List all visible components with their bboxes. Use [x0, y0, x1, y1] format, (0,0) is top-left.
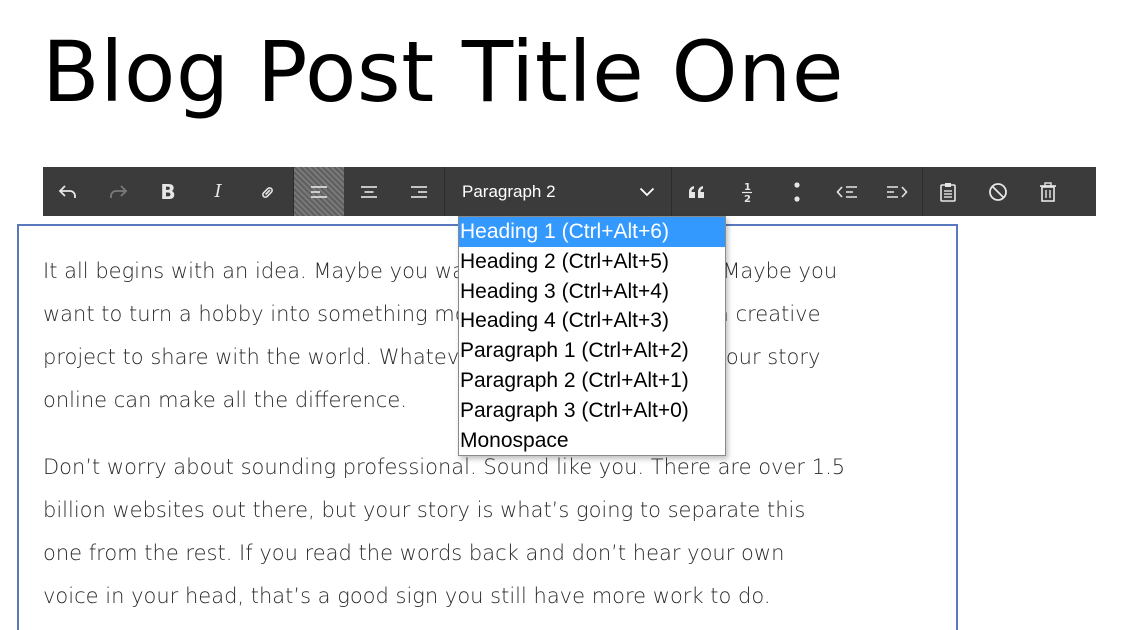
quote-button[interactable] [672, 167, 722, 216]
post-title[interactable]: Blog Post Title One [42, 22, 844, 123]
undo-icon [58, 184, 76, 198]
quote-icon [689, 185, 704, 198]
link-button[interactable] [243, 167, 293, 216]
history-group: B I [43, 167, 294, 216]
align-center-icon [361, 185, 377, 198]
format-option-paragraph-3[interactable]: Paragraph 3 (Ctrl+Alt+0) [459, 396, 725, 426]
svg-text:2: 2 [744, 194, 751, 204]
italic-button[interactable]: I [193, 167, 243, 216]
chevron-down-icon [639, 187, 655, 196]
text-line: one from the rest. If you read the words… [43, 541, 785, 565]
clear-format-button[interactable] [973, 167, 1023, 216]
delete-button[interactable] [1023, 167, 1073, 216]
indent-icon [887, 185, 908, 198]
format-option-heading-2[interactable]: Heading 2 (Ctrl+Alt+5) [459, 247, 725, 277]
format-select-value: Paragraph 2 [462, 181, 556, 201]
format-option-paragraph-1[interactable]: Paragraph 1 (Ctrl+Alt+2) [459, 336, 725, 366]
format-option-monospace[interactable]: Monospace [459, 426, 725, 456]
format-dropdown-menu: Heading 1 (Ctrl+Alt+6) Heading 2 (Ctrl+A… [458, 216, 726, 457]
paragraph[interactable]: Don’t worry about sounding professional.… [43, 446, 943, 618]
undo-button[interactable] [43, 167, 93, 216]
redo-button[interactable] [93, 167, 143, 216]
numbered-list-icon: 12 [742, 182, 752, 204]
clear-format-icon [989, 182, 1007, 201]
alignment-group [294, 167, 445, 216]
align-center-button[interactable] [344, 167, 394, 216]
format-select[interactable]: Paragraph 2 [445, 167, 672, 216]
text-line: voice in your head, that’s a good sign y… [43, 584, 771, 608]
link-icon [262, 186, 273, 198]
align-left-button[interactable] [294, 167, 344, 216]
actions-group [923, 167, 1073, 216]
editor-toolbar: B I Paragraph 2 12 [43, 167, 1096, 216]
format-option-heading-1[interactable]: Heading 1 (Ctrl+Alt+6) [459, 217, 725, 247]
bulleted-list-icon [794, 181, 800, 202]
trash-icon [1040, 181, 1056, 202]
align-right-button[interactable] [394, 167, 444, 216]
block-group: 12 [672, 167, 923, 216]
outdent-button[interactable] [822, 167, 872, 216]
format-option-heading-4[interactable]: Heading 4 (Ctrl+Alt+3) [459, 306, 725, 336]
format-option-heading-3[interactable]: Heading 3 (Ctrl+Alt+4) [459, 277, 725, 307]
paste-button[interactable] [923, 167, 973, 216]
numbered-list-button[interactable]: 12 [722, 167, 772, 216]
text-line: billion websites out there, but your sto… [43, 498, 806, 522]
bold-button[interactable]: B [143, 167, 193, 216]
indent-button[interactable] [872, 167, 922, 216]
align-right-icon [411, 185, 427, 198]
redo-icon [110, 184, 128, 198]
svg-text:1: 1 [744, 182, 751, 193]
align-left-icon [311, 185, 327, 198]
clipboard-icon [940, 182, 956, 202]
bulleted-list-button[interactable] [772, 167, 822, 216]
outdent-icon [836, 185, 857, 198]
format-option-paragraph-2[interactable]: Paragraph 2 (Ctrl+Alt+1) [459, 366, 725, 396]
